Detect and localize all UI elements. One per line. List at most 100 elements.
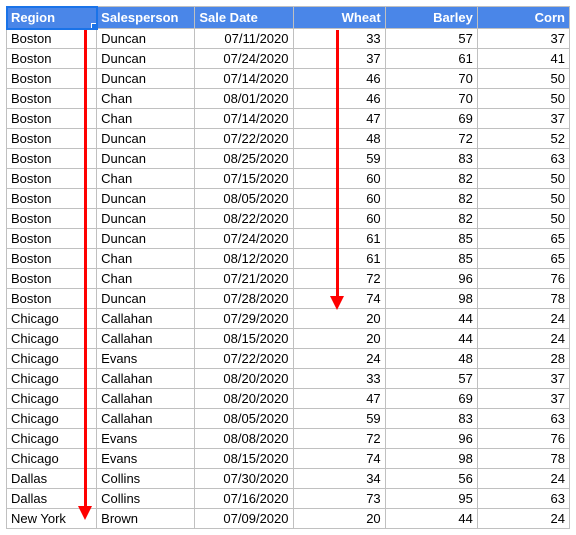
cell-wheat[interactable]: 47 [293,389,385,409]
cell-wheat[interactable]: 72 [293,269,385,289]
cell-region[interactable]: Boston [7,189,97,209]
cell-wheat[interactable]: 37 [293,49,385,69]
cell-barley[interactable]: 82 [385,209,477,229]
cell-corn[interactable]: 50 [477,209,569,229]
cell-corn[interactable]: 76 [477,429,569,449]
cell-wheat[interactable]: 20 [293,329,385,349]
cell-region[interactable]: Chicago [7,329,97,349]
cell-salesperson[interactable]: Callahan [97,389,195,409]
table-row[interactable]: BostonDuncan07/28/2020749878 [7,289,570,309]
table-row[interactable]: BostonDuncan07/24/2020618565 [7,229,570,249]
cell-salesperson[interactable]: Callahan [97,309,195,329]
table-row[interactable]: ChicagoEvans08/08/2020729676 [7,429,570,449]
header-corn[interactable]: Corn [477,7,569,29]
table-row[interactable]: BostonDuncan07/22/2020487252 [7,129,570,149]
cell-corn[interactable]: 65 [477,249,569,269]
cell-corn[interactable]: 37 [477,29,569,49]
cell-barley[interactable]: 96 [385,269,477,289]
cell-barley[interactable]: 83 [385,409,477,429]
cell-date[interactable]: 08/05/2020 [195,409,293,429]
table-row[interactable]: ChicagoCallahan07/29/2020204424 [7,309,570,329]
table-row[interactable]: DallasCollins07/30/2020345624 [7,469,570,489]
cell-date[interactable]: 07/16/2020 [195,489,293,509]
cell-date[interactable]: 07/24/2020 [195,49,293,69]
cell-date[interactable]: 08/05/2020 [195,189,293,209]
cell-corn[interactable]: 78 [477,449,569,469]
cell-salesperson[interactable]: Duncan [97,229,195,249]
cell-corn[interactable]: 37 [477,369,569,389]
cell-corn[interactable]: 52 [477,129,569,149]
cell-barley[interactable]: 98 [385,289,477,309]
cell-wheat[interactable]: 46 [293,89,385,109]
cell-salesperson[interactable]: Duncan [97,149,195,169]
cell-date[interactable]: 08/15/2020 [195,329,293,349]
cell-barley[interactable]: 70 [385,89,477,109]
cell-salesperson[interactable]: Duncan [97,189,195,209]
cell-date[interactable]: 07/15/2020 [195,169,293,189]
cell-wheat[interactable]: 59 [293,149,385,169]
cell-region[interactable]: New York [7,509,97,529]
table-row[interactable]: ChicagoCallahan08/20/2020335737 [7,369,570,389]
cell-barley[interactable]: 95 [385,489,477,509]
cell-corn[interactable]: 63 [477,489,569,509]
header-sale-date[interactable]: Sale Date [195,7,293,29]
table-row[interactable]: New YorkBrown07/09/2020204424 [7,509,570,529]
cell-region[interactable]: Boston [7,89,97,109]
cell-salesperson[interactable]: Collins [97,469,195,489]
cell-barley[interactable]: 69 [385,389,477,409]
cell-barley[interactable]: 69 [385,109,477,129]
cell-wheat[interactable]: 47 [293,109,385,129]
cell-wheat[interactable]: 73 [293,489,385,509]
cell-date[interactable]: 07/28/2020 [195,289,293,309]
table-row[interactable]: BostonChan08/01/2020467050 [7,89,570,109]
cell-region[interactable]: Dallas [7,469,97,489]
header-barley[interactable]: Barley [385,7,477,29]
cell-corn[interactable]: 50 [477,169,569,189]
cell-region[interactable]: Chicago [7,309,97,329]
cell-salesperson[interactable]: Callahan [97,409,195,429]
table-row[interactable]: BostonChan08/12/2020618565 [7,249,570,269]
cell-region[interactable]: Chicago [7,369,97,389]
data-table[interactable]: Region Salesperson Sale Date Wheat Barle… [6,6,570,529]
header-wheat[interactable]: Wheat [293,7,385,29]
cell-corn[interactable]: 24 [477,329,569,349]
cell-salesperson[interactable]: Callahan [97,329,195,349]
cell-region[interactable]: Boston [7,269,97,289]
table-row[interactable]: BostonDuncan08/05/2020608250 [7,189,570,209]
cell-barley[interactable]: 82 [385,189,477,209]
cell-region[interactable]: Boston [7,129,97,149]
cell-corn[interactable]: 37 [477,389,569,409]
cell-date[interactable]: 07/14/2020 [195,69,293,89]
cell-corn[interactable]: 78 [477,289,569,309]
cell-salesperson[interactable]: Evans [97,429,195,449]
cell-wheat[interactable]: 59 [293,409,385,429]
cell-date[interactable]: 08/25/2020 [195,149,293,169]
cell-region[interactable]: Boston [7,209,97,229]
cell-corn[interactable]: 76 [477,269,569,289]
cell-wheat[interactable]: 60 [293,209,385,229]
cell-date[interactable]: 08/15/2020 [195,449,293,469]
cell-region[interactable]: Chicago [7,349,97,369]
cell-date[interactable]: 08/12/2020 [195,249,293,269]
cell-salesperson[interactable]: Chan [97,109,195,129]
cell-salesperson[interactable]: Collins [97,489,195,509]
cell-barley[interactable]: 85 [385,229,477,249]
cell-region[interactable]: Boston [7,229,97,249]
table-row[interactable]: BostonChan07/14/2020476937 [7,109,570,129]
table-row[interactable]: ChicagoCallahan08/15/2020204424 [7,329,570,349]
cell-barley[interactable]: 70 [385,69,477,89]
table-row[interactable]: DallasCollins07/16/2020739563 [7,489,570,509]
cell-wheat[interactable]: 72 [293,429,385,449]
cell-corn[interactable]: 63 [477,149,569,169]
cell-wheat[interactable]: 33 [293,29,385,49]
cell-barley[interactable]: 44 [385,509,477,529]
cell-corn[interactable]: 28 [477,349,569,369]
table-row[interactable]: BostonDuncan08/25/2020598363 [7,149,570,169]
cell-barley[interactable]: 44 [385,309,477,329]
cell-salesperson[interactable]: Duncan [97,29,195,49]
cell-barley[interactable]: 61 [385,49,477,69]
cell-wheat[interactable]: 74 [293,449,385,469]
cell-wheat[interactable]: 61 [293,229,385,249]
cell-barley[interactable]: 83 [385,149,477,169]
table-row[interactable]: BostonChan07/15/2020608250 [7,169,570,189]
